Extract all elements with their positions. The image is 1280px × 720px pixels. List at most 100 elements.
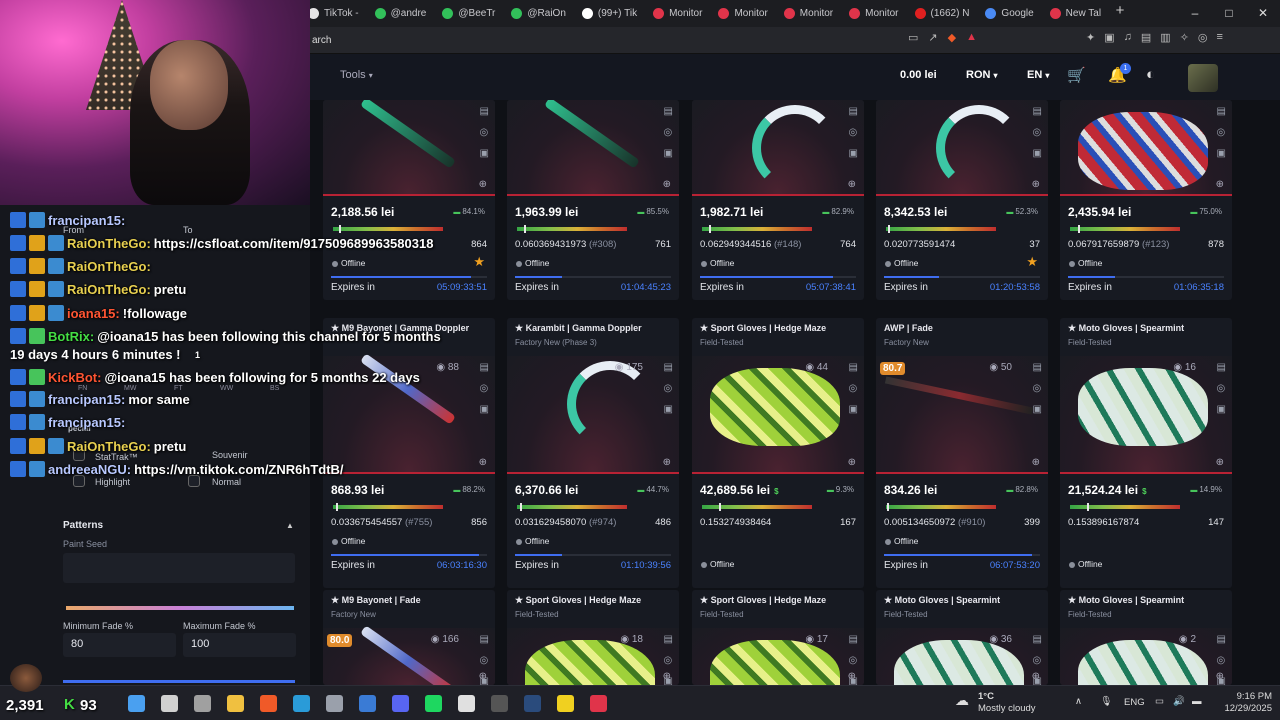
vpn-icon[interactable]: ◎: [1198, 31, 1208, 44]
zoom-icon[interactable]: ⊕: [663, 179, 671, 190]
item-image[interactable]: ▤ ◎ ▣ ⊕ ◉ 17: [692, 628, 864, 685]
inspect-icon[interactable]: ▤: [1033, 362, 1042, 373]
browser-tab[interactable]: @RaiOn: [503, 2, 574, 24]
paint-seed-input[interactable]: [63, 553, 295, 583]
language-indicator[interactable]: ENG: [1124, 697, 1145, 708]
chat-username[interactable]: francipan15:: [48, 392, 125, 407]
camera-icon[interactable]: ▣: [480, 148, 489, 159]
screenshot-icon[interactable]: ◎: [849, 655, 858, 666]
clock-date[interactable]: 12/29/2025: [1212, 703, 1272, 714]
music-icon[interactable]: ♫: [1124, 31, 1132, 44]
browser-tab[interactable]: @BeeTr: [434, 2, 503, 24]
inspect-icon[interactable]: ▤: [849, 106, 858, 117]
chat-username[interactable]: BotRix:: [48, 329, 94, 344]
browser-tab[interactable]: Google: [977, 2, 1041, 24]
item-image[interactable]: ▤ ◎ ▣ ⊕ ◉ 36: [876, 628, 1048, 685]
sidebar-icon[interactable]: ▤: [1141, 31, 1151, 44]
item-image[interactable]: ▤ ◎ ▣ ⊕ ◉ 16: [1060, 356, 1232, 474]
app-icon[interactable]: [557, 695, 574, 712]
zoom-icon[interactable]: ⊕: [848, 671, 856, 682]
camera-icon[interactable]: ▣: [664, 148, 673, 159]
item-image[interactable]: ▤ ◎ ▣ ⊕: [323, 100, 495, 196]
inspect-icon[interactable]: ▤: [664, 362, 673, 373]
screenshot-icon[interactable]: ◎: [480, 655, 489, 666]
task-view-icon[interactable]: [194, 695, 211, 712]
listing-card[interactable]: ★ Sport Gloves | Hedge Maze Field-Tested ▤…: [507, 590, 679, 685]
listing-card[interactable]: ★ Sport Gloves | Hedge Maze Field-Tested ▤…: [692, 318, 864, 588]
inspect-icon[interactable]: ▤: [480, 634, 489, 645]
volume-icon[interactable]: 🔊: [1173, 696, 1185, 707]
item-image[interactable]: ▤ ◎ ▣ ⊕ ◉ 18: [507, 628, 679, 685]
address-input[interactable]: arch: [312, 31, 912, 50]
zoom-icon[interactable]: ⊕: [479, 179, 487, 190]
browser-tab[interactable]: Monitor: [776, 2, 841, 24]
zoom-icon[interactable]: ⊕: [663, 671, 671, 682]
screenshot-icon[interactable]: ▣: [1104, 31, 1114, 44]
camera-icon[interactable]: ▣: [849, 148, 858, 159]
camera-icon[interactable]: ▣: [849, 404, 858, 415]
item-image[interactable]: ▤ ◎ ▣ ⊕ 80.7 ◉ 50: [876, 356, 1048, 474]
currency-select[interactable]: RON ▾: [966, 69, 998, 81]
zoom-icon[interactable]: ⊕: [1032, 671, 1040, 682]
files-icon[interactable]: [227, 695, 244, 712]
inspect-icon[interactable]: ▤: [1217, 634, 1226, 645]
battery-icon[interactable]: ▬: [1192, 696, 1202, 707]
edge-icon[interactable]: [293, 695, 310, 712]
screenshot-icon[interactable]: ◎: [1033, 127, 1042, 138]
max-fade-input[interactable]: 100: [183, 633, 296, 657]
screenshot-icon[interactable]: ◎: [480, 127, 489, 138]
app2-icon[interactable]: [590, 695, 607, 712]
chevron-up-icon[interactable]: ∧: [1075, 696, 1082, 707]
tools-dropdown[interactable]: Tools ▾: [340, 69, 373, 81]
wallet-icon[interactable]: ▥: [1160, 31, 1170, 44]
tiktok-icon[interactable]: [458, 695, 475, 712]
network-icon[interactable]: ▭: [1155, 696, 1164, 707]
browser-tab[interactable]: (99+) Tik: [574, 2, 645, 24]
item-image[interactable]: ▤ ◎ ▣ ⊕: [876, 100, 1048, 196]
listing-card[interactable]: ▤ ◎ ▣ ⊕ 1,963.99 lei 85.5% 0.060369431973 (#30…: [507, 100, 679, 300]
ai-icon[interactable]: ✧: [1180, 31, 1189, 44]
brave-icon[interactable]: [260, 695, 277, 712]
listing-card[interactable]: ★ M9 Bayonet | Fade Factory New ▤ ◎ ▣ ⊕ 80.0 ◉ …: [323, 590, 495, 685]
listing-card[interactable]: ★ Sport Gloves | Hedge Maze Field-Tested ▤…: [692, 590, 864, 685]
new-tab-button[interactable]: +: [1109, 2, 1131, 24]
chat-username[interactable]: RaiOnTheGo:: [67, 282, 151, 297]
chat-username[interactable]: KickBot:: [48, 370, 101, 385]
store-icon[interactable]: [359, 695, 376, 712]
start-icon[interactable]: [128, 695, 145, 712]
screenshot-icon[interactable]: ◎: [1217, 655, 1226, 666]
listing-card[interactable]: AWP | Fade Factory New ▤ ◎ ▣ ⊕ 80.7 ◉ 50 834.26 …: [876, 318, 1048, 588]
favorite-star-icon[interactable]: ★: [1026, 254, 1038, 270]
browser-tab[interactable]: Monitor: [710, 2, 775, 24]
chat-username[interactable]: RaiOnTheGo:: [67, 259, 151, 274]
zoom-icon[interactable]: ⊕: [848, 457, 856, 468]
clock-time[interactable]: 9:16 PM: [1222, 691, 1272, 702]
share-icon[interactable]: ↗: [928, 31, 937, 44]
zoom-icon[interactable]: ⊕: [848, 179, 856, 190]
item-image[interactable]: ▤ ◎ ▣ ⊕ ◉ 2: [1060, 628, 1232, 685]
camera-icon[interactable]: ▣: [664, 404, 673, 415]
spotify-icon[interactable]: [425, 695, 442, 712]
chat-username[interactable]: francipan15:: [48, 213, 125, 228]
extension-icon[interactable]: ✦: [1086, 31, 1095, 44]
zoom-icon[interactable]: ⊕: [479, 671, 487, 682]
discord-icon[interactable]: [392, 695, 409, 712]
cast-icon[interactable]: ▭: [908, 31, 918, 44]
zoom-icon[interactable]: ⊕: [663, 457, 671, 468]
item-image[interactable]: ▤ ◎ ▣ ⊕: [692, 100, 864, 196]
screenshot-icon[interactable]: ◎: [1033, 383, 1042, 394]
inspect-icon[interactable]: ▤: [1217, 362, 1226, 373]
inspect-icon[interactable]: ▤: [1217, 106, 1226, 117]
inspect-icon[interactable]: ▤: [849, 634, 858, 645]
min-fade-input[interactable]: 80: [63, 633, 176, 657]
listing-card[interactable]: ★ Moto Gloves | Spearmint Field-Tested ▤ ◎ ▣…: [1060, 590, 1232, 685]
zoom-icon[interactable]: ⊕: [1216, 179, 1224, 190]
palette-icon[interactable]: ◐: [1146, 66, 1155, 83]
language-select[interactable]: EN ▾: [1027, 69, 1049, 81]
chat-username[interactable]: francipan15:: [48, 415, 125, 430]
chat-text[interactable]: https://vm.tiktok.com/ZNR6hTdtB/: [134, 462, 343, 477]
listing-card[interactable]: ★ Karambit | Gamma Doppler Factory New (P…: [507, 318, 679, 588]
zoom-icon[interactable]: ⊕: [1032, 457, 1040, 468]
screenshot-icon[interactable]: ◎: [1217, 383, 1226, 394]
browser-tab[interactable]: Monitor: [841, 2, 906, 24]
